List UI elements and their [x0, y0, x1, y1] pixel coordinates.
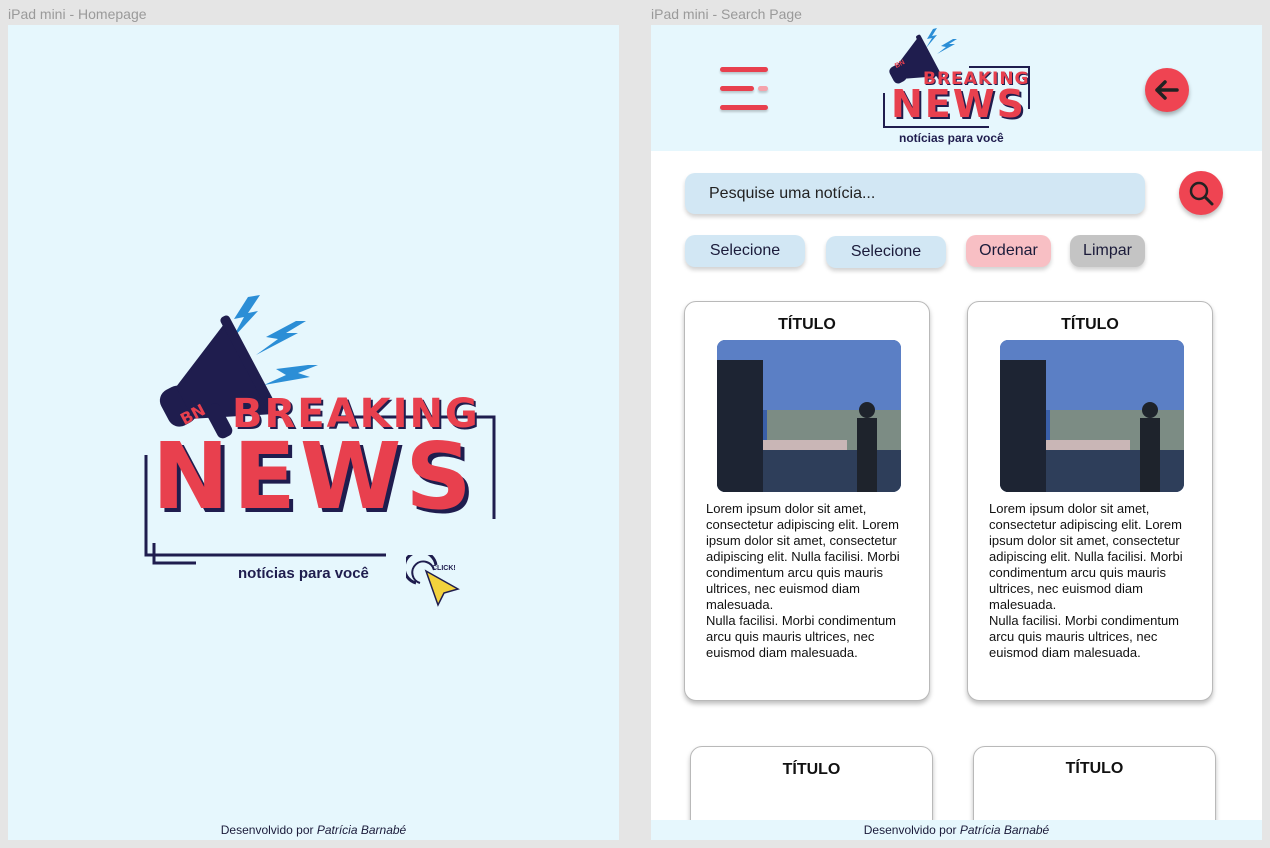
footer-prefix: Desenvolvido por [863, 823, 960, 837]
logo-news-text: NEWS [152, 423, 476, 530]
news-card-image [1000, 340, 1184, 492]
clear-button[interactable]: Limpar [1070, 235, 1145, 267]
frame-label-search-page: iPad mini - Search Page [651, 6, 802, 22]
search-page-frame: BN BREAKING NEWS notícias para você Sele… [651, 25, 1262, 840]
header: BN BREAKING NEWS notícias para você [651, 25, 1262, 151]
news-card[interactable]: TÍTULO Lorem ipsum dolor sit amet, conse… [684, 301, 930, 701]
footer-prefix: Desenvolvido por [220, 823, 317, 837]
arrow-left-icon [1155, 80, 1179, 100]
click-cursor-icon [406, 555, 460, 607]
search-page-footer: Desenvolvido por Patrícia Barnabé [651, 820, 1262, 840]
breaking-news-logo[interactable]: BN BREAKING NEWS notícias para você CLIC… [136, 293, 496, 607]
news-card-title: TÍTULO [1065, 760, 1124, 777]
search-icon [1189, 181, 1214, 206]
footer-author: Patrícia Barnabé [959, 823, 1050, 837]
small-logo-news: NEWS [891, 82, 1027, 126]
small-logo-tagline: notícias para você [899, 131, 1004, 145]
sort-button[interactable]: Ordenar [966, 235, 1051, 267]
homepage-footer: Desenvolvido por Patrícia Barnabé [8, 820, 619, 840]
search-button[interactable] [1179, 171, 1223, 215]
filter-select-1[interactable]: Selecione [685, 235, 805, 267]
news-card-image [717, 340, 901, 492]
footer-author: Patrícia Barnabé [316, 823, 407, 837]
news-card[interactable]: TÍTULO Lorem ipsum dolor sit amet, conse… [967, 301, 1213, 701]
news-card-title: TÍTULO [782, 761, 841, 778]
menu-icon[interactable] [720, 67, 768, 111]
frame-label-homepage: iPad mini - Homepage [8, 6, 147, 22]
news-card-text: Lorem ipsum dolor sit amet, consectetur … [706, 501, 900, 660]
filter-select-2[interactable]: Selecione [826, 236, 946, 268]
search-input[interactable] [685, 173, 1145, 214]
header-logo[interactable]: BN BREAKING NEWS notícias para você [879, 27, 1039, 147]
click-text: CLICK! [432, 565, 456, 572]
news-card-title: TÍTULO [778, 316, 836, 333]
homepage-frame: BN BREAKING NEWS notícias para você CLIC… [8, 25, 619, 840]
logo-tagline: notícias para você [238, 565, 369, 582]
news-card-title: TÍTULO [1061, 316, 1119, 333]
back-button[interactable] [1145, 68, 1189, 112]
news-card-text: Lorem ipsum dolor sit amet, consectetur … [989, 501, 1183, 660]
